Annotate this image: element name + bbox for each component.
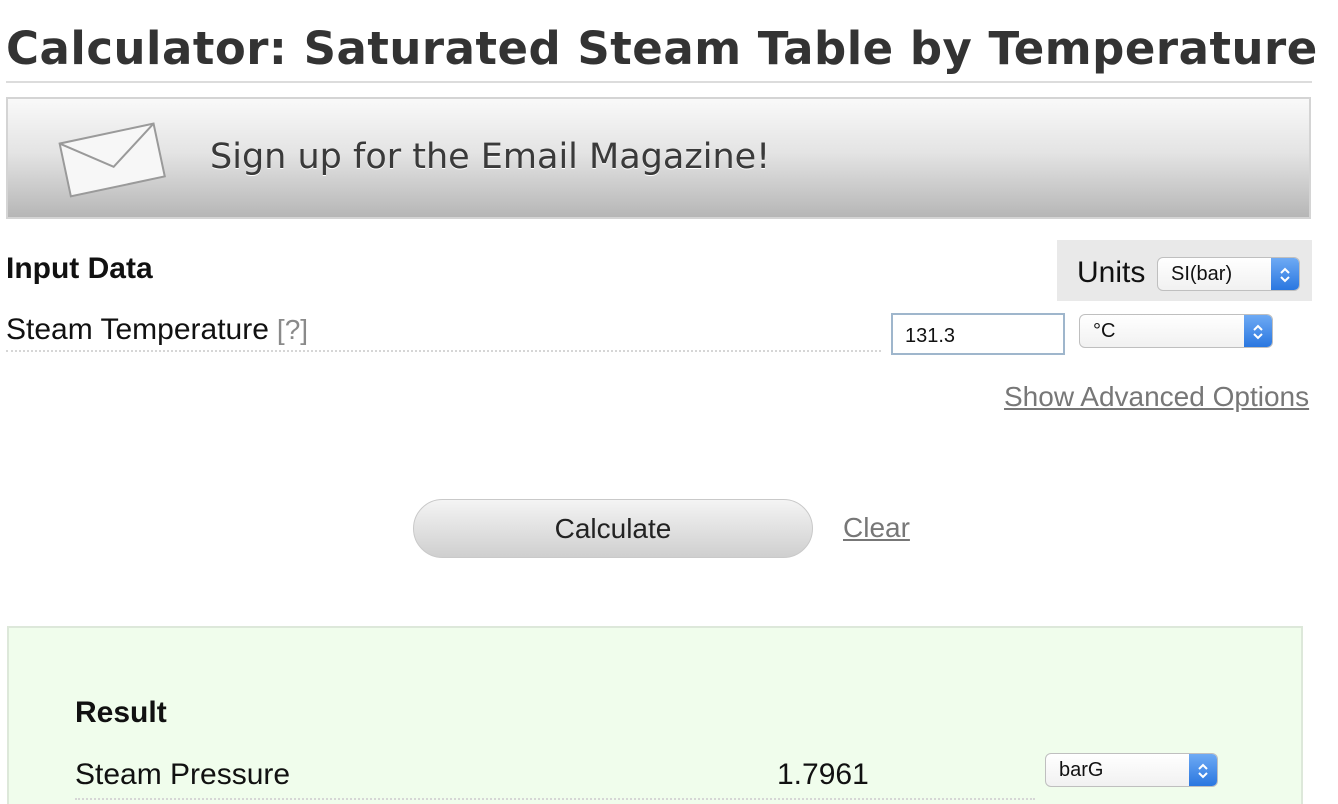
steam-temperature-input[interactable]: 131.3 — [891, 313, 1065, 355]
show-advanced-options-link[interactable]: Show Advanced Options — [1004, 381, 1309, 413]
select-arrows-icon — [1271, 258, 1299, 290]
calculate-button[interactable]: Calculate — [413, 499, 813, 558]
units-select-value: SI(bar) — [1171, 263, 1233, 285]
select-arrows-icon — [1189, 754, 1217, 786]
clear-link[interactable]: Clear — [843, 512, 910, 544]
dotted-divider — [75, 798, 1035, 800]
steam-temperature-text: Steam Temperature — [6, 313, 269, 346]
pressure-unit-value: barG — [1059, 759, 1104, 781]
steam-pressure-label: Steam Pressure — [75, 758, 291, 791]
result-panel: Result Steam Pressure 1.7961 barG — [7, 626, 1303, 804]
dotted-divider — [6, 350, 881, 352]
steam-temperature-label: Steam Temperature [?] — [6, 313, 308, 347]
email-magazine-banner[interactable]: Sign up for the Email Magazine! — [6, 97, 1311, 219]
title-divider — [6, 81, 1312, 83]
input-data-heading: Input Data — [6, 252, 153, 285]
page-title: Calculator: Saturated Steam Table by Tem… — [6, 22, 1318, 75]
units-panel: Units SI(bar) — [1057, 240, 1312, 301]
pressure-unit-select[interactable]: barG — [1045, 753, 1218, 787]
units-label: Units — [1077, 256, 1146, 289]
temperature-unit-select[interactable]: °C — [1079, 314, 1273, 348]
units-select[interactable]: SI(bar) — [1157, 257, 1300, 291]
steam-pressure-value: 1.7961 — [777, 758, 869, 791]
banner-text: Sign up for the Email Magazine! — [210, 137, 771, 177]
envelope-icon — [56, 119, 168, 199]
help-link[interactable]: [?] — [277, 314, 308, 345]
temperature-unit-value: °C — [1093, 320, 1116, 342]
select-arrows-icon — [1244, 315, 1272, 347]
result-heading: Result — [75, 696, 167, 729]
